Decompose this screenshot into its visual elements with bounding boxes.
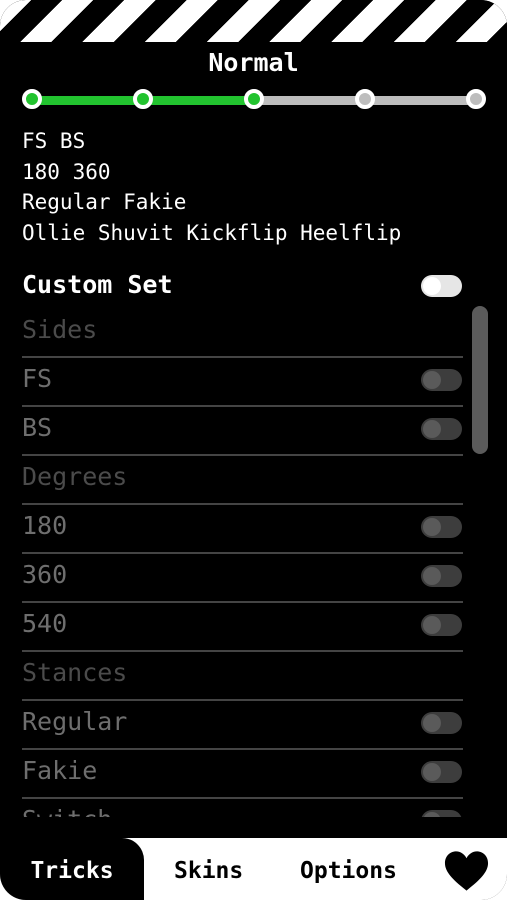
180-toggle[interactable] [421,516,462,538]
custom-set-label: Custom Set [22,270,173,299]
tab-skins[interactable]: Skins [174,838,243,900]
section-header-stances: Stances [22,652,463,701]
option-row-bs[interactable]: BS [22,407,463,456]
540-toggle[interactable] [421,614,462,636]
section-label: Degrees [22,462,128,491]
summary-sides: FS BS [22,129,86,153]
option-row-fakie[interactable]: Fakie [22,750,463,799]
regular-toggle[interactable] [421,712,462,734]
option-row-540[interactable]: 540 [22,603,463,652]
option-row-360[interactable]: 360 [22,554,463,603]
section-header-degrees: Degrees [22,456,463,505]
section-label: Sides [22,315,98,344]
slider-stop-1[interactable] [22,89,42,109]
option-row-fs[interactable]: FS [22,358,463,407]
section-label: Stances [22,658,128,687]
summary-stances: Regular Fakie [22,190,187,214]
slider-stop-3[interactable] [244,89,264,109]
360-toggle[interactable] [421,565,462,587]
app-window: Normal FS BS 180 360 Regular Fakie Ollie… [0,0,507,900]
tab-options[interactable]: Options [300,838,397,900]
option-label: Regular [22,707,128,736]
option-label: 540 [22,609,68,638]
bottom-nav: Tricks Skins Options [0,838,507,900]
mode-title: Normal [208,48,299,77]
list-scrollbar[interactable] [472,306,488,454]
difficulty-slider[interactable] [22,89,486,111]
option-label: Switch [22,805,112,817]
slider-stop-5[interactable] [466,89,486,109]
settings-list[interactable]: Sides FS BS Degrees 180 360 540 Stances [22,309,463,817]
option-label: Fakie [22,756,98,785]
summary-degrees: 180 360 [22,159,111,184]
slider-stop-4[interactable] [355,89,375,109]
bs-toggle[interactable] [421,418,462,440]
fakie-toggle[interactable] [421,761,462,783]
summary-tricks: Ollie Shuvit Kickflip Heelflip [22,220,402,245]
option-row-switch[interactable]: Switch [22,799,463,817]
fs-toggle[interactable] [421,369,462,391]
option-label: 360 [22,560,68,589]
option-label: 180 [22,511,68,540]
slider-stop-2[interactable] [133,89,153,109]
custom-set-toggle[interactable] [421,275,462,297]
option-label: BS [22,413,53,442]
trick-summary: FS BS 180 360 Regular Fakie Ollie Shuvit… [22,126,401,248]
option-row-180[interactable]: 180 [22,505,463,554]
tab-tricks[interactable]: Tricks [0,838,144,900]
switch-toggle[interactable] [421,810,462,817]
heart-icon[interactable] [443,850,490,892]
section-header-sides: Sides [22,309,463,358]
clapperboard-stripes [0,0,507,42]
option-label: FS [22,364,53,393]
option-row-regular[interactable]: Regular [22,701,463,750]
